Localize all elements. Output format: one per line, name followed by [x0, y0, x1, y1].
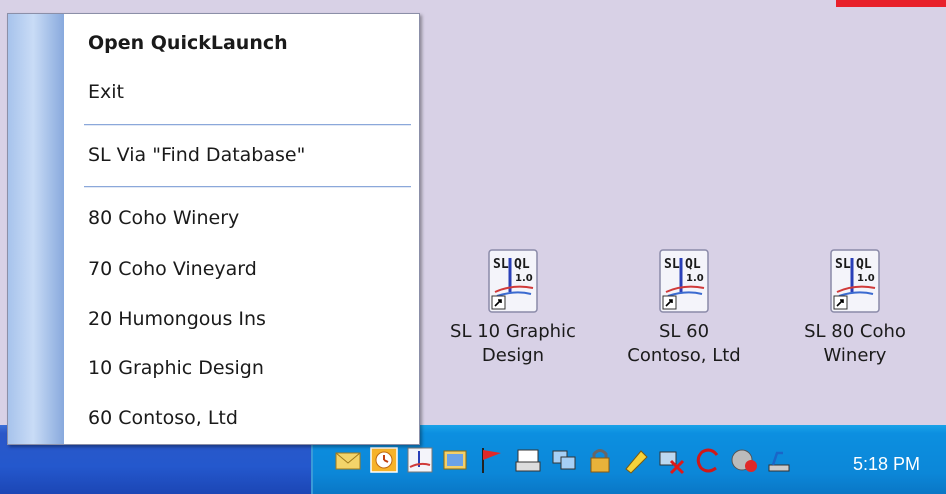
desktop-shortcut-graphic-design[interactable]: SL QL 1.0 SL 10 Graphic Design [438, 248, 588, 368]
lock-icon[interactable] [585, 445, 615, 475]
shortcut-label: SL 10 Graphic Design [450, 321, 576, 366]
wireless-disconnected-icon[interactable] [657, 445, 687, 475]
menu-item-open-quicklaunch[interactable]: Open QuickLaunch [88, 28, 411, 58]
menu-item-coho-winery[interactable]: 80 Coho Winery [88, 203, 411, 233]
printer-icon[interactable] [513, 445, 543, 475]
menu-item-find-database[interactable]: SL Via "Find Database" [88, 140, 411, 170]
shortcut-label: SL 60 Contoso, Ltd [627, 321, 741, 366]
menu-item-coho-vineyard[interactable]: 70 Coho Vineyard [88, 254, 411, 284]
network-icon[interactable] [549, 445, 579, 475]
svg-text:SL: SL [664, 257, 680, 272]
sl-ql-shortcut-icon: SL QL 1.0 [487, 248, 539, 314]
window-edge-red [836, 0, 946, 7]
desktop-shortcut-coho-winery[interactable]: SL QL 1.0 SL 80 Coho Winery [780, 248, 930, 368]
svg-text:SL: SL [493, 257, 509, 272]
shortcut-label: SL 80 Coho Winery [804, 321, 906, 366]
taskbar-clock[interactable]: 5:18 PM [853, 454, 920, 475]
refresh-icon[interactable] [693, 445, 723, 475]
svg-text:1.0: 1.0 [857, 273, 875, 284]
pencil-icon[interactable] [621, 445, 651, 475]
svg-text:1.0: 1.0 [686, 273, 704, 284]
svg-text:QL: QL [856, 257, 872, 272]
windows-icon[interactable] [441, 445, 471, 475]
menu-separator [84, 186, 411, 188]
menu-side-strip [8, 14, 64, 444]
usb-icon[interactable] [765, 445, 795, 475]
tray-icons [333, 445, 795, 475]
sl-ql-shortcut-icon: SL QL 1.0 [658, 248, 710, 314]
svg-text:QL: QL [685, 257, 701, 272]
sl-ql-icon[interactable] [405, 445, 435, 475]
menu-item-graphic-design[interactable]: 10 Graphic Design [88, 353, 411, 383]
menu-item-contoso[interactable]: 60 Contoso, Ltd [88, 403, 411, 433]
desktop-shortcut-contoso[interactable]: SL QL 1.0 SL 60 Contoso, Ltd [609, 248, 759, 368]
context-menu: Open QuickLaunch Exit SL Via "Find Datab… [7, 13, 420, 445]
red-flag-icon[interactable] [477, 445, 507, 475]
svg-text:QL: QL [514, 257, 530, 272]
mail-icon[interactable] [333, 445, 363, 475]
svg-text:1.0: 1.0 [515, 273, 533, 284]
menu-separator [84, 124, 411, 126]
svg-text:SL: SL [835, 257, 851, 272]
menu-item-humongous-ins[interactable]: 20 Humongous Ins [88, 304, 411, 334]
antivirus-icon[interactable] [729, 445, 759, 475]
clock-icon[interactable] [369, 445, 399, 475]
sl-ql-shortcut-icon: SL QL 1.0 [829, 248, 881, 314]
menu-item-exit[interactable]: Exit [88, 77, 411, 107]
